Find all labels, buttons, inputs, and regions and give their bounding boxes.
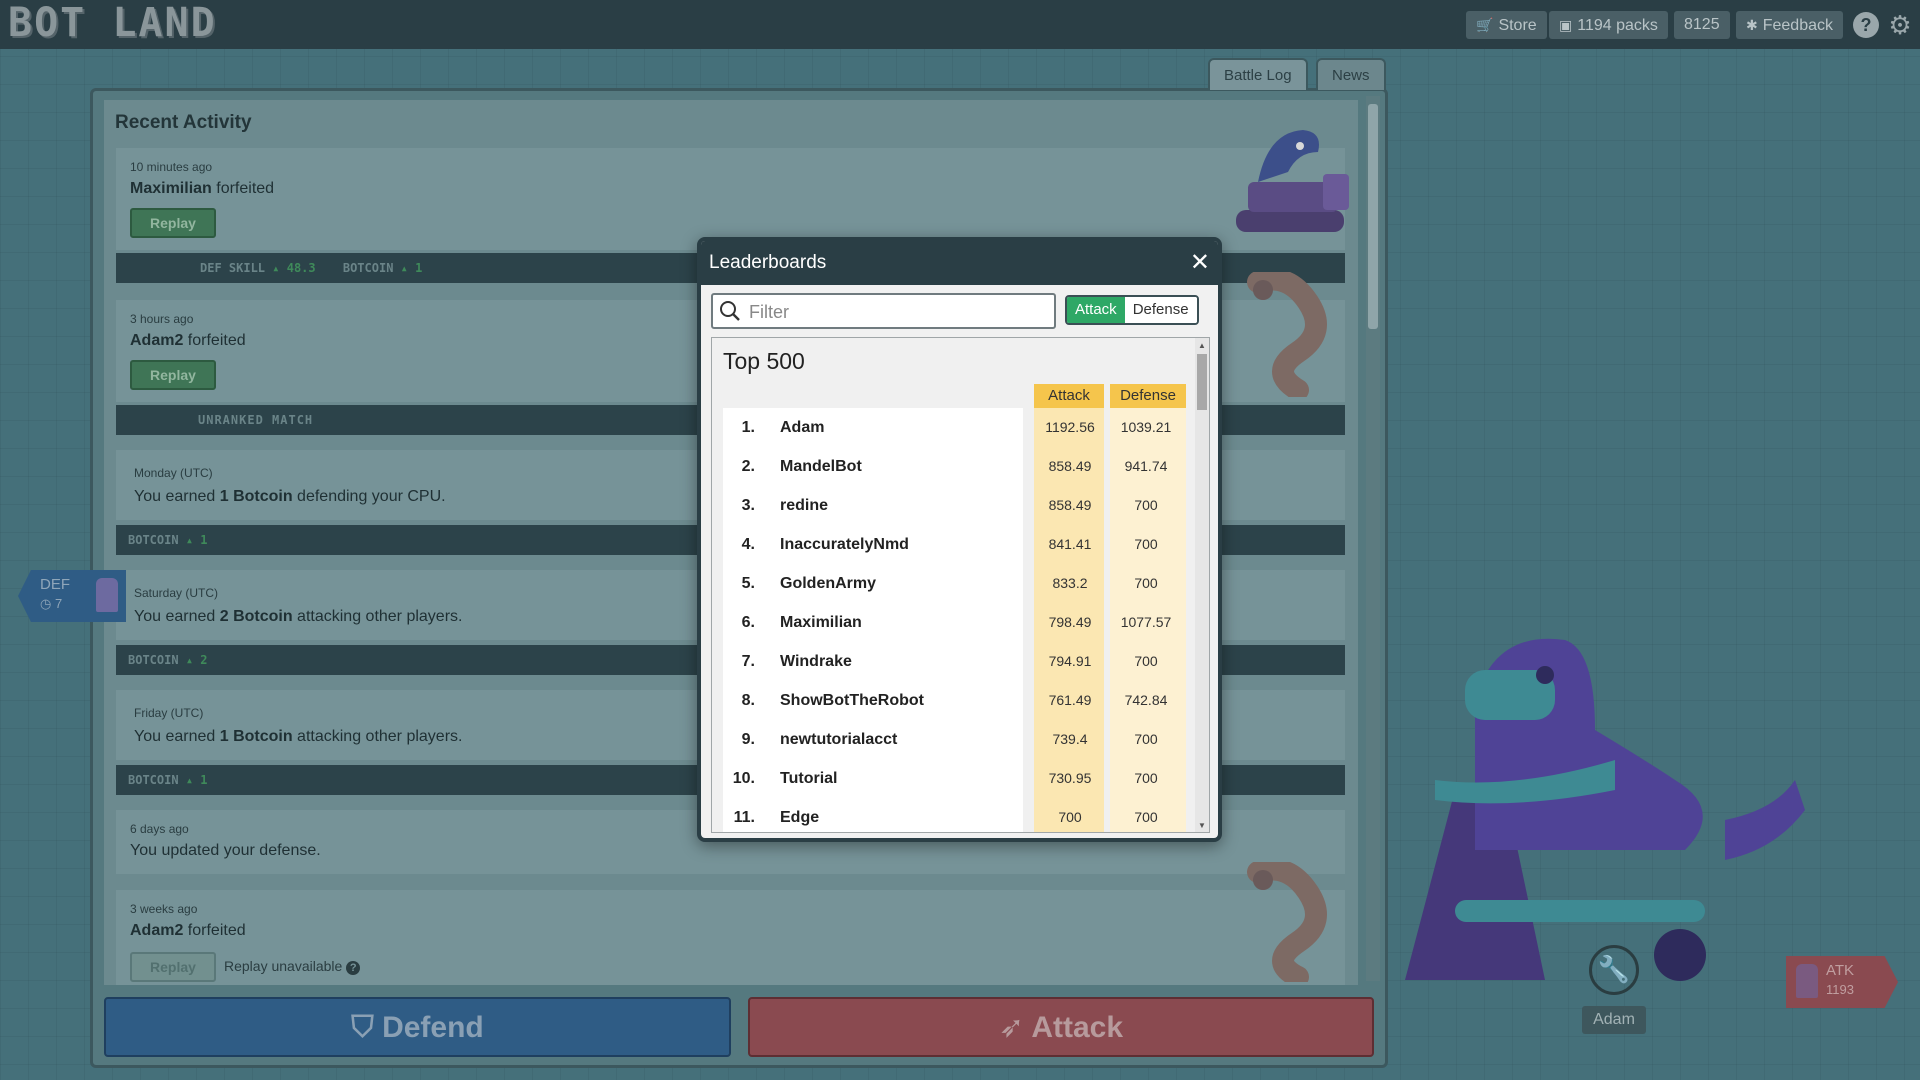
leaderboard-attack: 833.2 [1052, 575, 1088, 591]
leaderboard-attack: 798.49 [1048, 614, 1092, 630]
leaderboard-attack: 858.49 [1048, 458, 1092, 474]
leaderboard-defense: 941.74 [1124, 458, 1168, 474]
leaderboard-name: Adam [780, 419, 825, 436]
leaderboard-defense: 742.84 [1124, 692, 1168, 708]
leaderboard-name: Edge [780, 809, 820, 826]
leaderboard-row[interactable]: 10. Tutorial 730.95 700 [723, 759, 1182, 798]
leaderboard-defense: 1039.21 [1120, 419, 1172, 435]
leaderboard-name: ShowBotTheRobot [780, 692, 924, 709]
leaderboard-defense: 700 [1134, 653, 1158, 669]
leaderboard-rank: 10. [732, 770, 755, 787]
leaderboard-defense: 700 [1134, 536, 1158, 552]
scroll-down-icon[interactable]: ▼ [1195, 820, 1209, 832]
leaderboard-defense: 700 [1134, 809, 1158, 825]
leaderboard-row[interactable]: 6. Maximilian 798.49 1077.57 [723, 603, 1182, 642]
leaderboard-row[interactable]: 5. GoldenArmy 833.2 700 [723, 564, 1182, 603]
leaderboard-row[interactable]: 4. InaccuratelyNmd 841.41 700 [723, 525, 1182, 564]
leaderboard-defense: 700 [1134, 497, 1158, 513]
modal-title: Leaderboards [709, 252, 827, 273]
leaderboard-row[interactable]: 9. newtutorialacct 739.4 700 [723, 720, 1182, 759]
leaderboard-row[interactable]: 8. ShowBotTheRobot 761.49 742.84 [723, 681, 1182, 720]
search-icon [720, 301, 740, 321]
leaderboard-row[interactable]: 3. redine 858.49 700 [723, 486, 1182, 525]
leaderboard-name: Maximilian [780, 614, 862, 631]
leaderboard-attack: 1192.56 [1045, 419, 1095, 435]
leaderboard-name: MandelBot [780, 458, 862, 475]
leaderboard-row[interactable]: 2. MandelBot 858.49 941.74 [723, 447, 1182, 486]
leaderboard-rank: 5. [741, 575, 755, 592]
leaderboard-attack: 794.91 [1048, 653, 1092, 669]
leaderboard-rank: 7. [741, 653, 755, 670]
leaderboard-type-toggle: Attack Defense [1065, 295, 1199, 325]
scroll-up-icon[interactable]: ▲ [1195, 340, 1209, 352]
leaderboard-content: Top 500 Attack Defense 1. Adam 1192.56 1039… [712, 338, 1196, 832]
list-scrollbar[interactable]: ▲ ▼ [1195, 338, 1209, 832]
leaderboard-name: Tutorial [780, 770, 838, 787]
toggle-defense[interactable]: Defense [1124, 297, 1197, 323]
toggle-attack[interactable]: Attack [1067, 297, 1125, 323]
leaderboard-list[interactable]: Top 500 Attack Defense 1. Adam 1192.56 1039… [711, 337, 1210, 833]
leaderboard-rank: 11. [733, 809, 755, 826]
leaderboard-rank: 4. [741, 536, 755, 553]
leaderboard-attack: 858.49 [1048, 497, 1092, 513]
leaderboard-row[interactable]: 7. Windrake 794.91 700 [723, 642, 1182, 681]
leaderboard-row[interactable]: 1. Adam 1192.56 1039.21 [723, 408, 1182, 447]
leaderboard-attack: 761.49 [1048, 692, 1092, 708]
col-header-defense[interactable]: Defense [1110, 384, 1186, 408]
leaderboard-rank: 1. [741, 419, 755, 436]
leaderboard-defense: 700 [1134, 770, 1158, 786]
leaderboard-attack: 841.41 [1048, 536, 1092, 552]
modal-header: Leaderboards ✕ [701, 241, 1218, 285]
leaderboard-rank: 9. [741, 731, 755, 748]
leaderboard-name: Windrake [780, 653, 852, 670]
col-header-attack[interactable]: Attack [1034, 384, 1104, 408]
leaderboard-name: InaccuratelyNmd [780, 536, 909, 553]
leaderboard-name: redine [780, 497, 829, 514]
filter-field[interactable] [711, 293, 1056, 329]
leaderboard-attack: 739.4 [1052, 731, 1088, 747]
leaderboard-rank: 6. [741, 614, 755, 631]
list-title: Top 500 [723, 348, 805, 374]
filter-input[interactable] [749, 299, 1049, 325]
leaderboard-defense: 700 [1134, 731, 1158, 747]
scroll-thumb[interactable] [1197, 354, 1207, 410]
leaderboard-defense: 1077.57 [1120, 614, 1172, 630]
leaderboard-row[interactable]: 11. Edge 700 700 [723, 798, 1182, 832]
leaderboard-defense: 700 [1134, 575, 1158, 591]
leaderboard-name: newtutorialacct [780, 731, 898, 748]
leaderboard-attack: 730.95 [1048, 770, 1092, 786]
leaderboard-rank: 2. [741, 458, 755, 475]
leaderboards-modal: Leaderboards ✕ Attack Defense Top 500 At… [697, 237, 1222, 842]
leaderboard-name: GoldenArmy [780, 575, 877, 592]
close-icon[interactable]: ✕ [1190, 241, 1210, 285]
leaderboard-attack: 700 [1058, 809, 1082, 825]
leaderboard-rank: 8. [741, 692, 755, 709]
leaderboard-rank: 3. [741, 497, 755, 514]
